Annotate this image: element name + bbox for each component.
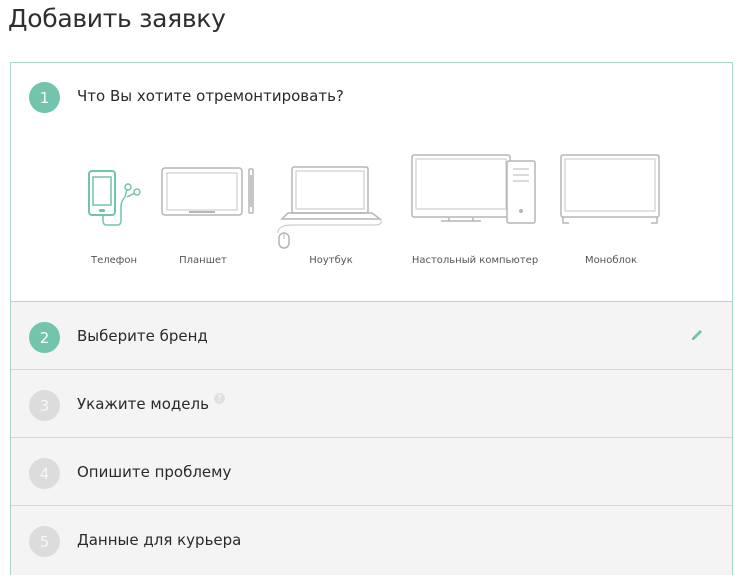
phone-icon [88, 170, 141, 226]
step-2-title: Выберите бренд [77, 327, 208, 345]
device-label-laptop: Ноутбук [309, 255, 353, 266]
step-3-title-wrap: Укажите модель? [77, 393, 225, 413]
step-3-title: Укажите модель [77, 395, 209, 413]
step-1-number: 1 [29, 82, 60, 113]
step-1-panel: 1 Что Вы хотите отремонтировать? Телефон [11, 63, 732, 302]
laptop-icon [277, 166, 383, 249]
request-wizard: 1 Что Вы хотите отремонтировать? Телефон [10, 62, 733, 575]
step-2-row[interactable]: 2 Выберите бренд [11, 302, 732, 370]
step-5-number: 5 [29, 526, 60, 557]
step-1-title: Что Вы хотите отремонтировать? [77, 87, 344, 105]
device-laptop[interactable]: Ноутбук [266, 163, 386, 266]
device-label-phone: Телефон [90, 255, 138, 266]
step-4-number: 4 [29, 458, 60, 489]
device-all-in-one[interactable]: Моноблок [559, 153, 663, 266]
device-label-tablet: Планшет [179, 255, 227, 266]
step-3-number: 3 [29, 390, 60, 421]
step-5-row[interactable]: 5 Данные для курьера [11, 506, 732, 575]
device-phone[interactable]: Телефон [81, 167, 146, 266]
step-4-row[interactable]: 4 Опишите проблему [11, 438, 732, 506]
all-in-one-icon [560, 154, 660, 224]
device-label-all-in-one: Моноблок [584, 255, 638, 266]
page-title: Добавить заявку [8, 4, 226, 33]
desktop-icon [411, 154, 536, 224]
tablet-icon [161, 167, 254, 216]
step-2-number: 2 [29, 322, 60, 353]
step-5-title: Данные для курьера [77, 531, 242, 549]
device-label-desktop: Настольный компьютер [411, 255, 539, 266]
pencil-icon[interactable] [690, 328, 704, 342]
step-3-row[interactable]: 3 Укажите модель? [11, 370, 732, 438]
step-4-title: Опишите проблему [77, 463, 232, 481]
help-icon[interactable]: ? [213, 393, 225, 404]
device-tablet[interactable]: Планшет [161, 167, 261, 266]
device-desktop[interactable]: Настольный компьютер [411, 153, 541, 266]
